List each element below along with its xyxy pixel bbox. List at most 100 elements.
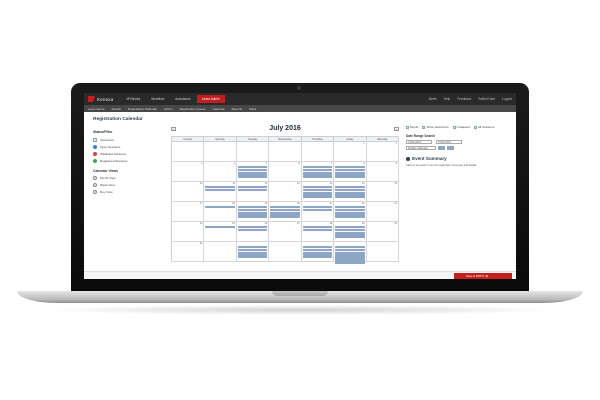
filter-row[interactable]: Registered Sessions: [93, 159, 171, 163]
calendar-event[interactable]: [237, 252, 268, 255]
calendar-event[interactable]: [335, 249, 365, 252]
calendar-event[interactable]: [335, 206, 365, 209]
calendar-event[interactable]: [335, 255, 365, 258]
calendar-event[interactable]: [302, 169, 333, 172]
calendar-day-cell[interactable]: 19: [236, 202, 270, 222]
calendar-day-cell[interactable]: [204, 142, 237, 162]
calendar-day-cell[interactable]: 14: [301, 182, 335, 202]
calendar-event[interactable]: [302, 209, 333, 212]
calendar-day-cell[interactable]: 23: [366, 202, 399, 222]
calendar-event[interactable]: [335, 189, 365, 192]
calendar-day-cell[interactable]: [269, 142, 302, 162]
view-radio[interactable]: [93, 176, 97, 180]
toggle-checkbox[interactable]: [473, 125, 477, 129]
calendar-event[interactable]: [335, 212, 365, 215]
calendar-event[interactable]: [335, 175, 365, 178]
utility-link[interactable]: Alerts: [429, 97, 437, 101]
view-toggle[interactable]: Collapsed: [452, 125, 470, 129]
calendar-day-cell[interactable]: 20: [269, 202, 302, 222]
calendar-day-cell[interactable]: [172, 142, 205, 162]
calendar-select[interactable]: Weekly Calendar: [406, 146, 436, 150]
calendar-event[interactable]: [205, 186, 235, 189]
calendar-event[interactable]: [335, 195, 365, 198]
calendar-day-cell[interactable]: 25: [204, 222, 237, 242]
utility-link[interactable]: Logout: [502, 97, 512, 101]
subnav-item[interactable]: Calendar: [212, 107, 224, 111]
calendar-event[interactable]: [205, 226, 235, 229]
calendar-event[interactable]: [335, 226, 365, 229]
calendar-day-cell[interactable]: [269, 242, 302, 262]
calendar-event[interactable]: [335, 261, 365, 264]
calendar-event[interactable]: [302, 246, 333, 249]
calendar-event[interactable]: [205, 189, 235, 192]
calendar-event[interactable]: [237, 175, 268, 178]
calendar-day-cell[interactable]: 1: [334, 142, 367, 162]
calendar-day-cell[interactable]: 7: [301, 162, 335, 182]
toggle-checkbox[interactable]: [422, 125, 426, 129]
calendar-day-cell[interactable]: 30: [366, 222, 399, 242]
calendar-day-cell[interactable]: 26: [236, 222, 270, 242]
calendar-event[interactable]: [237, 215, 268, 218]
calendar-event[interactable]: [270, 212, 300, 215]
filter-checkbox[interactable]: [93, 138, 97, 142]
calendar-event[interactable]: [237, 246, 268, 249]
calendar-day-cell[interactable]: 8: [334, 162, 367, 182]
nav-item[interactable]: Assistance: [170, 95, 195, 103]
calendar-event[interactable]: [335, 235, 365, 238]
toggle-checkbox[interactable]: [452, 125, 456, 129]
calendar-day-cell[interactable]: 17: [172, 202, 205, 222]
view-option[interactable]: Week View: [93, 183, 171, 187]
nav-item[interactable]: Learn Admin: [196, 95, 225, 103]
calendar-event[interactable]: [302, 229, 333, 232]
calendar-day-cell[interactable]: 10: [172, 182, 205, 202]
calendar-day-cell[interactable]: [301, 242, 335, 262]
calendar-event[interactable]: [237, 169, 268, 172]
calendar-event[interactable]: [335, 169, 365, 172]
calendar-event[interactable]: [302, 192, 333, 195]
filter-row[interactable]: Open Sessions: [93, 145, 171, 149]
calendar-event[interactable]: [270, 215, 300, 218]
toggle-checkbox[interactable]: [406, 125, 409, 129]
calendar-day-cell[interactable]: 16: [366, 182, 399, 202]
calendar-day-cell[interactable]: 4: [204, 162, 237, 182]
calendar-event[interactable]: [237, 172, 268, 175]
calendar-day-cell[interactable]: 28: [301, 222, 335, 242]
subnav-item[interactable]: Reports: [232, 107, 243, 111]
calendar-event[interactable]: [270, 209, 300, 212]
filter-row[interactable]: Waitlisted Sessions: [93, 152, 171, 156]
view-option[interactable]: Month View: [93, 176, 171, 180]
nav-item[interactable]: Workflow: [146, 95, 169, 103]
view-toggle[interactable]: Month: [406, 125, 418, 129]
calendar-event[interactable]: [237, 166, 268, 169]
calendar-event[interactable]: [302, 206, 333, 209]
calendar-event[interactable]: [302, 172, 333, 175]
filter-row[interactable]: Selections: [93, 138, 171, 142]
calendar-day-cell[interactable]: 9: [366, 162, 399, 182]
view-radio[interactable]: [93, 190, 97, 194]
calendar-event[interactable]: [237, 255, 268, 258]
calendar-event[interactable]: [237, 229, 268, 232]
view-toggle[interactable]: All Sessions: [473, 125, 494, 129]
calendar-day-cell[interactable]: [366, 242, 399, 262]
subnav-item[interactable]: Mass: [249, 107, 256, 111]
calendar-event[interactable]: [335, 215, 365, 218]
calendar-event[interactable]: [335, 232, 365, 235]
utility-link[interactable]: Help: [444, 97, 451, 101]
to-date-input[interactable]: 07/31/2016: [436, 140, 462, 144]
reset-button[interactable]: [447, 146, 454, 150]
calendar-day-cell[interactable]: 24: [172, 222, 205, 242]
calendar-event[interactable]: [335, 252, 365, 255]
calendar-day-cell[interactable]: 21: [301, 202, 335, 222]
calendar-event[interactable]: [335, 172, 365, 175]
calendar-day-cell[interactable]: 29: [334, 222, 367, 242]
calendar-event[interactable]: [237, 186, 268, 189]
calendar-event[interactable]: [205, 206, 235, 209]
next-month-button[interactable]: >: [394, 127, 399, 132]
calendar-day-cell[interactable]: 11: [204, 182, 237, 202]
nav-item[interactable]: MYWorks: [121, 95, 145, 103]
calendar-day-cell[interactable]: 13: [269, 182, 302, 202]
subnav-item[interactable]: Registration Calendar: [128, 107, 157, 111]
view-toggle[interactable]: Show Selections: [422, 125, 449, 129]
calendar-day-cell[interactable]: 2: [366, 142, 399, 162]
calendar-day-cell[interactable]: 3: [172, 162, 205, 182]
